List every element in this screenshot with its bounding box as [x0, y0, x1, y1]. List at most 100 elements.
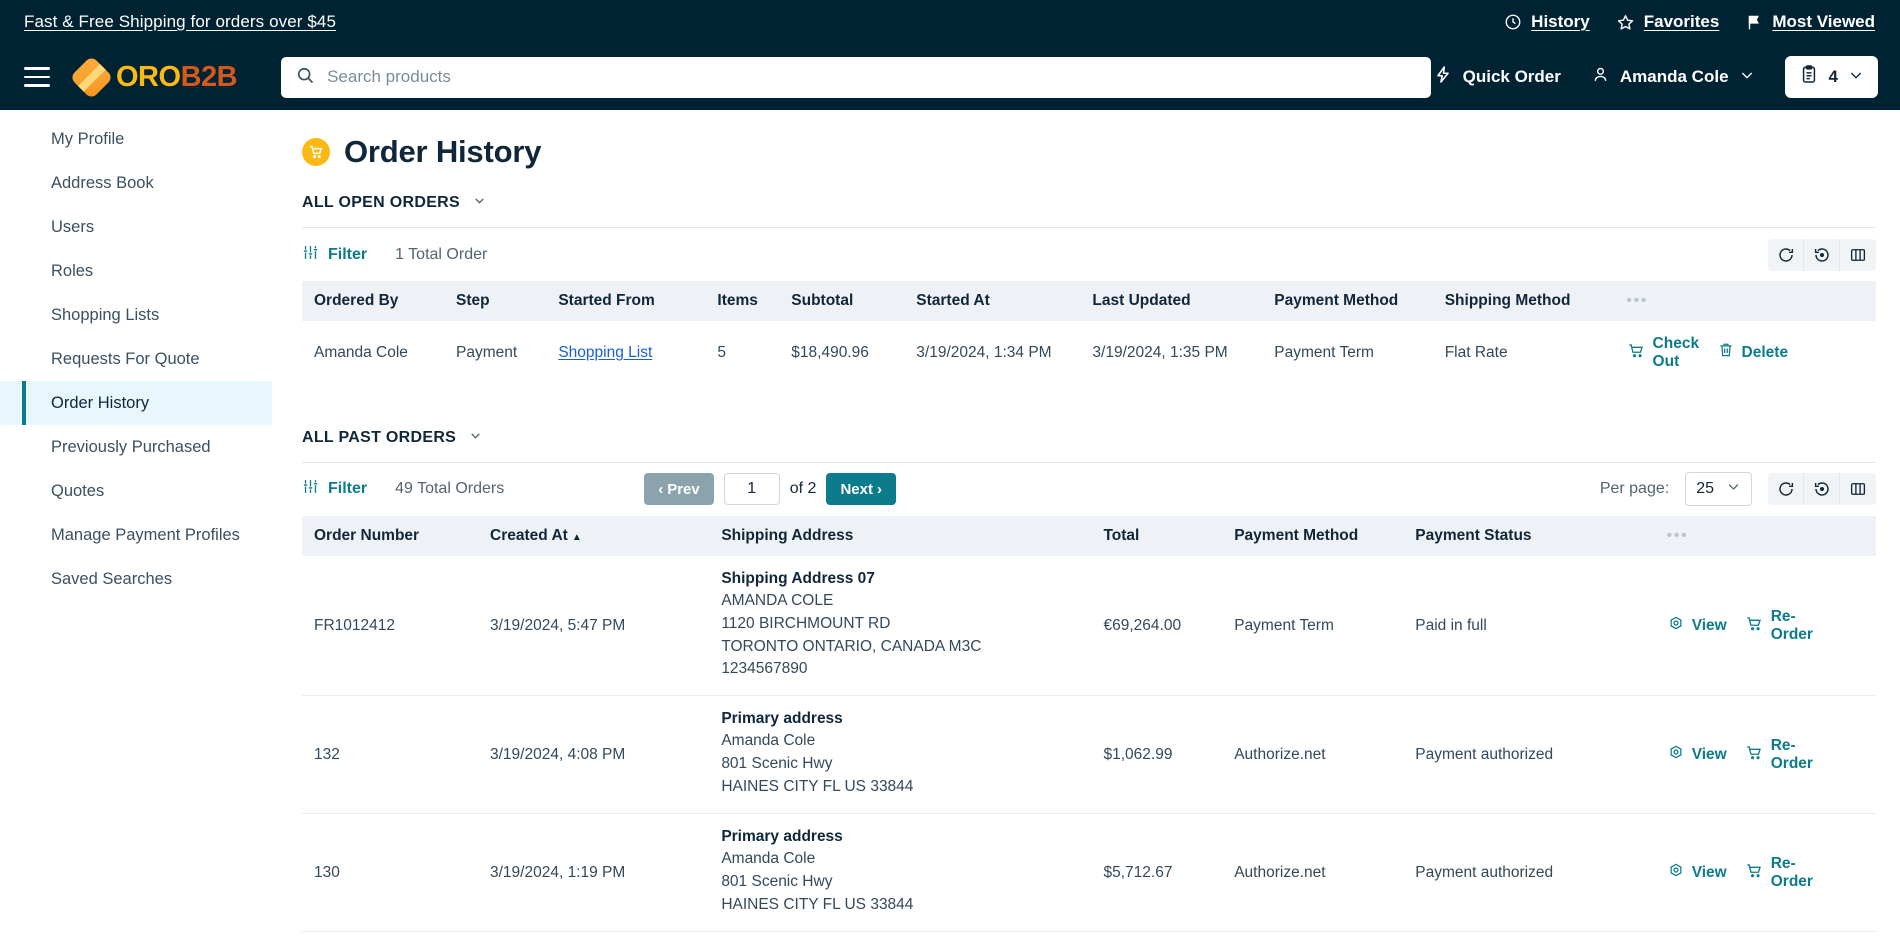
- hamburger-menu-icon[interactable]: [24, 60, 58, 94]
- columns-icon[interactable]: [1840, 473, 1876, 505]
- sidebar-item-manage-payment-profiles[interactable]: Manage Payment Profiles: [0, 513, 272, 557]
- per-page-select[interactable]: 25: [1685, 472, 1752, 507]
- delete-button[interactable]: Delete: [1717, 341, 1788, 364]
- col-shipping-method[interactable]: Shipping Method: [1433, 281, 1615, 321]
- refresh-icon[interactable]: [1768, 238, 1804, 271]
- cell-order-number: 130: [302, 813, 478, 932]
- past-orders-table: Order Number Created At ▲ Shipping Addres…: [302, 515, 1876, 932]
- open-orders-table: Ordered By Step Started From Items Subto…: [302, 281, 1876, 385]
- sidebar-item-shopping-lists[interactable]: Shopping Lists: [0, 293, 272, 337]
- logo-diamond-icon: [69, 55, 114, 99]
- address-line: TORONTO ONTARIO, CANADA M3C: [721, 637, 982, 655]
- account-sidebar: My Profile Address Book Users Roles Shop…: [0, 110, 272, 943]
- address-line: AMANDA COLE: [721, 591, 834, 609]
- chevron-down-icon: [1726, 479, 1741, 499]
- page-number-input[interactable]: [723, 473, 780, 506]
- cell-ordered-by: Amanda Cole: [314, 343, 408, 361]
- view-button[interactable]: View: [1667, 614, 1727, 637]
- past-orders-total-count: 49 Total Orders: [395, 480, 505, 498]
- reorder-label: Re-Order: [1770, 607, 1813, 643]
- reorder-button[interactable]: Re-Order: [1745, 737, 1817, 773]
- address-line: 801 Scenic Hwy: [721, 755, 833, 773]
- view-button[interactable]: View: [1667, 743, 1727, 766]
- section-all-past-orders-label: ALL PAST ORDERS: [302, 428, 457, 446]
- cart-button[interactable]: 4: [1784, 56, 1878, 98]
- reorder-button[interactable]: Re-Order: [1745, 608, 1817, 644]
- col-last-updated[interactable]: Last Updated: [1080, 281, 1262, 321]
- pagination: ‹ Prev of 2 Next ›: [644, 473, 896, 506]
- cart-icon: [1627, 341, 1646, 365]
- user-icon: [1591, 65, 1610, 89]
- shopping-list-link[interactable]: Shopping List: [558, 344, 652, 361]
- sidebar-item-label: Roles: [51, 261, 94, 280]
- sidebar-item-address-book[interactable]: Address Book: [0, 161, 272, 205]
- search-input[interactable]: [327, 67, 1418, 87]
- col-ordered-by[interactable]: Ordered By: [302, 281, 444, 321]
- col-order-number[interactable]: Order Number: [302, 516, 478, 556]
- top-link-most-viewed[interactable]: Most Viewed: [1745, 12, 1875, 32]
- reset-icon[interactable]: [1804, 238, 1840, 271]
- col-step[interactable]: Step: [444, 281, 546, 321]
- sidebar-item-users[interactable]: Users: [0, 205, 272, 249]
- sidebar-item-saved-searches[interactable]: Saved Searches: [0, 557, 272, 601]
- site-logo[interactable]: OROB2B: [69, 55, 238, 99]
- top-link-favorites[interactable]: Favorites: [1616, 12, 1719, 32]
- sidebar-item-roles[interactable]: Roles: [0, 249, 272, 293]
- columns-icon[interactable]: [1840, 239, 1876, 271]
- col-payment-method[interactable]: Payment Method: [1262, 281, 1432, 321]
- top-link-history[interactable]: History: [1504, 12, 1590, 32]
- top-link-most-viewed-label: Most Viewed: [1772, 12, 1875, 31]
- past-orders-filter-button[interactable]: Filter: [302, 478, 367, 500]
- page-total-label: of 2: [789, 480, 817, 498]
- cell-payment-method: Authorize.net: [1222, 695, 1404, 815]
- account-menu[interactable]: Amanda Cole: [1591, 65, 1755, 89]
- top-promo-bar: Fast & Free Shipping for orders over $45…: [0, 0, 1900, 44]
- section-all-open-orders[interactable]: ALL OPEN ORDERS: [302, 194, 1876, 227]
- col-started-from[interactable]: Started From: [546, 281, 705, 321]
- cell-payment-method: Payment Term: [1274, 343, 1374, 361]
- quick-order-button[interactable]: Quick Order: [1433, 64, 1561, 90]
- chevron-right-icon: ›: [876, 480, 882, 498]
- search-bar[interactable]: [281, 56, 1432, 98]
- open-orders-toolbar: Filter 1 Total Order: [302, 227, 1876, 281]
- col-started-at[interactable]: Started At: [904, 281, 1080, 321]
- section-all-past-orders[interactable]: ALL PAST ORDERS: [302, 429, 1876, 462]
- sidebar-item-requests-for-quote[interactable]: Requests For Quote: [0, 337, 272, 381]
- sidebar-item-order-history[interactable]: Order History: [0, 381, 272, 425]
- col-shipping-address[interactable]: Shipping Address: [709, 516, 1091, 556]
- address-title: Primary address: [721, 828, 843, 846]
- prev-page-button[interactable]: ‹ Prev: [644, 473, 714, 506]
- col-payment-status[interactable]: Payment Status: [1403, 516, 1654, 556]
- refresh-icon[interactable]: [1768, 473, 1804, 506]
- open-orders-table-wrap: Ordered By Step Started From Items Subto…: [302, 281, 1876, 429]
- open-orders-filter-button[interactable]: Filter: [302, 244, 367, 266]
- sidebar-item-quotes[interactable]: Quotes: [0, 469, 272, 513]
- chevron-down-icon: [469, 429, 482, 447]
- col-payment-method[interactable]: Payment Method: [1222, 516, 1403, 556]
- checkout-button[interactable]: Check Out: [1627, 335, 1699, 371]
- prev-page-label: Prev: [667, 480, 700, 498]
- view-button[interactable]: View: [1667, 861, 1727, 884]
- next-page-button[interactable]: Next ›: [826, 473, 896, 506]
- col-subtotal[interactable]: Subtotal: [779, 281, 904, 321]
- address-line: Amanda Cole: [721, 850, 816, 868]
- sidebar-item-previously-purchased[interactable]: Previously Purchased: [0, 425, 272, 469]
- cell-started-at: 3/19/2024, 1:34 PM: [916, 343, 1052, 361]
- cell-total: €69,264.00: [1091, 555, 1223, 697]
- reset-icon[interactable]: [1804, 473, 1840, 506]
- star-icon: [1616, 13, 1635, 32]
- cell-actions: View Re-Order: [1654, 555, 1876, 697]
- col-items[interactable]: Items: [705, 281, 779, 321]
- cell-started-from: Shopping List: [546, 321, 705, 385]
- reorder-button[interactable]: Re-Order: [1745, 855, 1817, 891]
- more-options-icon[interactable]: •••: [1667, 527, 1689, 544]
- open-orders-header-row: Ordered By Step Started From Items Subto…: [302, 281, 1876, 321]
- col-created-at[interactable]: Created At ▲: [478, 516, 709, 556]
- sort-asc-icon: ▲: [571, 531, 582, 543]
- promo-link[interactable]: Fast & Free Shipping for orders over $45: [24, 12, 336, 31]
- more-options-icon[interactable]: •••: [1627, 292, 1649, 309]
- account-name-label: Amanda Cole: [1619, 67, 1729, 86]
- eye-icon: [1667, 614, 1685, 637]
- col-total[interactable]: Total: [1091, 516, 1222, 556]
- sidebar-item-my-profile[interactable]: My Profile: [0, 117, 272, 161]
